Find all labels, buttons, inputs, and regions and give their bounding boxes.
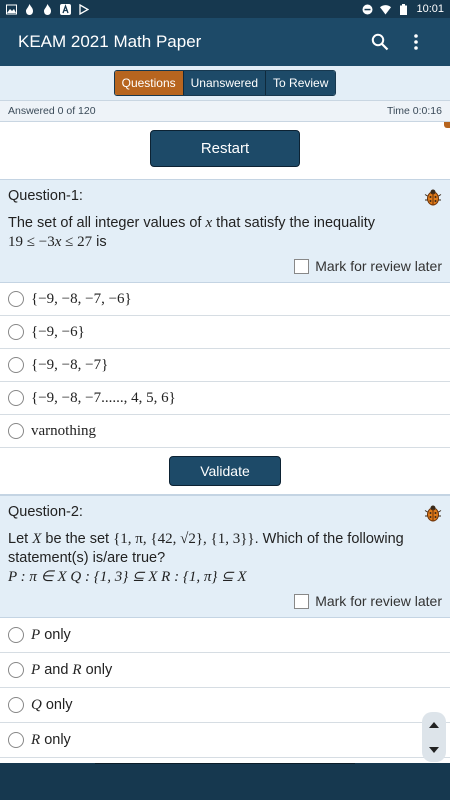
answered-count: Answered 0 of 120	[8, 105, 96, 117]
option-text: P and R only	[31, 661, 113, 678]
answer-option[interactable]: Q only	[0, 688, 450, 723]
option-radio[interactable]	[8, 732, 24, 748]
option-text: {−9, −8, −7, −6}	[31, 290, 132, 307]
question-card: Question-1: The set of all integer value…	[0, 179, 450, 495]
option-radio[interactable]	[8, 697, 24, 713]
progress-info-bar: Answered 0 of 120 Time 0:0:16	[0, 100, 450, 122]
option-radio[interactable]	[8, 662, 24, 678]
system-nav-bar	[0, 763, 450, 800]
validate-row: Validate	[0, 448, 450, 495]
fire-icon	[24, 3, 35, 15]
mark-review-row[interactable]: Mark for review later	[8, 258, 442, 274]
answer-option[interactable]: P only	[0, 618, 450, 653]
scroll-down-icon[interactable]	[428, 746, 440, 754]
more-options-button[interactable]	[400, 26, 432, 58]
scroll-control	[422, 712, 446, 762]
question-list[interactable]: Restart Question-1: The set of all integ…	[0, 123, 450, 763]
option-radio[interactable]	[8, 423, 24, 439]
mark-review-label: Mark for review later	[315, 258, 442, 274]
answer-option[interactable]: R only	[0, 723, 450, 758]
mark-review-row[interactable]: Mark for review later	[8, 593, 442, 609]
option-radio[interactable]	[8, 324, 24, 340]
question-title: Question-1:	[8, 188, 83, 204]
answer-option[interactable]: varnothing	[0, 415, 450, 448]
battery-icon	[398, 3, 409, 15]
question-header: Question-1: The set of all integer value…	[0, 179, 450, 283]
tab-unanswered[interactable]: Unanswered	[182, 71, 266, 95]
app-title: KEAM 2021 Math Paper	[18, 32, 202, 51]
play-icon	[78, 3, 89, 15]
option-text: {−9, −8, −7......, 4, 5, 6}	[31, 389, 176, 406]
image-icon	[6, 4, 17, 15]
nav-divider	[95, 763, 355, 764]
fire-icon	[42, 3, 53, 15]
question-card: Question-2: Let X be the set {1, π, {42,…	[0, 495, 450, 758]
validate-button[interactable]: Validate	[169, 456, 281, 486]
report-bug-icon[interactable]	[424, 504, 442, 522]
option-radio[interactable]	[8, 627, 24, 643]
status-bar: 10:01	[0, 0, 450, 18]
option-text: P only	[31, 626, 71, 643]
report-bug-icon[interactable]	[424, 188, 442, 206]
option-text: {−9, −6}	[31, 323, 85, 340]
restart-button[interactable]: Restart	[150, 130, 300, 167]
question-title: Question-2:	[8, 504, 83, 520]
option-text: Q only	[31, 696, 73, 713]
mark-review-checkbox[interactable]	[294, 258, 310, 274]
search-icon	[371, 33, 389, 51]
filter-tabs-bar: Questions Unanswered To Review	[0, 66, 450, 100]
a-icon	[60, 3, 71, 15]
more-vert-icon	[414, 34, 418, 50]
mark-review-label: Mark for review later	[315, 593, 442, 609]
search-button[interactable]	[364, 26, 396, 58]
answer-option[interactable]: {−9, −6}	[0, 316, 450, 349]
answer-option[interactable]: {−9, −8, −7......, 4, 5, 6}	[0, 382, 450, 415]
option-text: R only	[31, 731, 71, 748]
option-radio[interactable]	[8, 357, 24, 373]
elapsed-time: Time 0:0:16	[386, 105, 442, 117]
option-radio[interactable]	[8, 291, 24, 307]
option-text: {−9, −8, −7}	[31, 356, 109, 373]
question-header: Question-2: Let X be the set {1, π, {42,…	[0, 495, 450, 618]
tab-to-review[interactable]: To Review	[265, 71, 336, 95]
option-text: varnothing	[31, 422, 96, 439]
option-radio[interactable]	[8, 390, 24, 406]
scroll-up-icon[interactable]	[428, 721, 440, 729]
app-bar: KEAM 2021 Math Paper	[0, 18, 450, 66]
answer-option[interactable]: {−9, −8, −7}	[0, 349, 450, 382]
answer-option[interactable]: P and R only	[0, 653, 450, 688]
do-not-disturb-icon	[362, 4, 373, 15]
status-time: 10:01	[416, 3, 444, 15]
question-text: Let X be the set {1, π, {42, √2}, {1, 3}…	[8, 531, 404, 585]
wifi-icon	[380, 4, 392, 15]
answer-option[interactable]: {−9, −8, −7, −6}	[0, 283, 450, 316]
filter-tabs: Questions Unanswered To Review	[113, 70, 337, 96]
mark-review-checkbox[interactable]	[294, 593, 310, 609]
tab-questions[interactable]: Questions	[114, 71, 183, 95]
question-text: The set of all integer values of x that …	[8, 215, 375, 250]
